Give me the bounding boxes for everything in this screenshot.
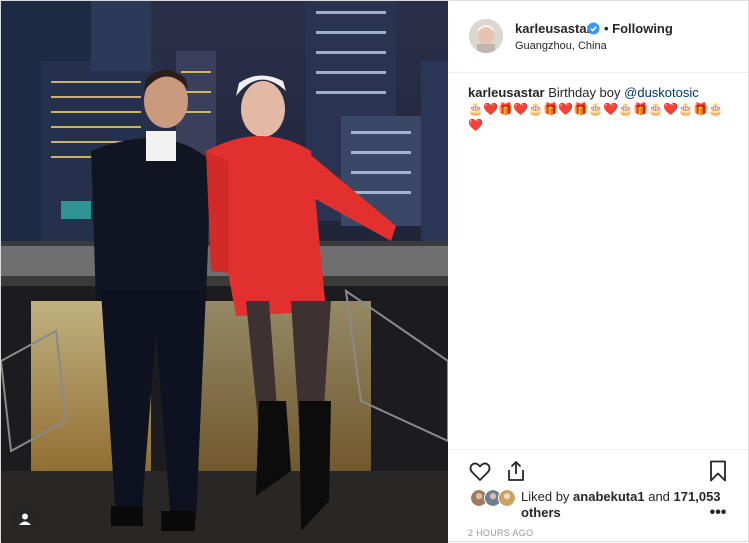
avatar[interactable] <box>469 19 503 53</box>
likes-user-link[interactable]: anabekuta1 <box>573 489 645 504</box>
likes-joiner: and <box>648 489 670 504</box>
caption-emojis: 🎂❤️🎁❤️🎂🎁❤️🎁🎂❤️🎂🎁🎂❤️🎂🎁🎂❤️ <box>468 101 736 133</box>
caption-username[interactable]: karleusastar <box>468 85 545 100</box>
emoji: 🎂 <box>648 102 663 116</box>
emoji: ❤️ <box>603 102 618 116</box>
emoji: 🎂 <box>588 102 603 116</box>
emoji: 🎂 <box>678 102 693 116</box>
more-icon[interactable]: ••• <box>707 505 729 521</box>
instagram-post: karleusastar • Following Guangzhou, Chin… <box>0 0 749 543</box>
liker-avatar[interactable] <box>498 489 516 507</box>
emoji: ❤️ <box>663 102 678 116</box>
emoji: 🎁 <box>573 102 588 116</box>
post-username[interactable]: karleusastar <box>515 21 592 36</box>
post-photo[interactable] <box>1 1 448 543</box>
bookmark-icon[interactable] <box>706 459 730 483</box>
post-timestamp[interactable]: 2 HOURS AGO <box>468 528 533 538</box>
post-caption: karleusastar Birthday boy @duskotosic <box>468 85 736 101</box>
share-icon[interactable] <box>504 459 528 483</box>
caption-text: Birthday boy <box>548 85 621 100</box>
emoji: 🎁 <box>498 102 513 116</box>
emoji: 🎂 <box>528 102 543 116</box>
caption-mention[interactable]: @duskotosic <box>624 85 699 100</box>
emoji: 🎁 <box>543 102 558 116</box>
photo-illustration <box>1 1 448 543</box>
emoji: ❤️ <box>483 102 498 116</box>
emoji: ❤️ <box>468 118 483 132</box>
following-button[interactable]: • Following <box>604 21 673 36</box>
post-sidebar: karleusastar • Following Guangzhou, Chin… <box>448 1 749 543</box>
emoji: 🎁 <box>633 102 648 116</box>
emoji: 🎂 <box>618 102 633 116</box>
emoji: 🎁 <box>693 102 708 116</box>
emoji: 🎂 <box>708 102 723 116</box>
user-tag-icon[interactable] <box>11 505 38 532</box>
heart-icon[interactable] <box>468 459 492 483</box>
actions-divider <box>448 449 749 450</box>
verified-badge-icon <box>587 22 600 35</box>
likes-prefix: Liked by <box>521 489 570 504</box>
post-header: karleusastar • Following Guangzhou, Chin… <box>448 1 749 73</box>
emoji: 🎂 <box>468 102 483 116</box>
emoji: ❤️ <box>558 102 573 116</box>
location-link[interactable]: Guangzhou, China <box>515 40 607 52</box>
emoji: ❤️ <box>513 102 528 116</box>
